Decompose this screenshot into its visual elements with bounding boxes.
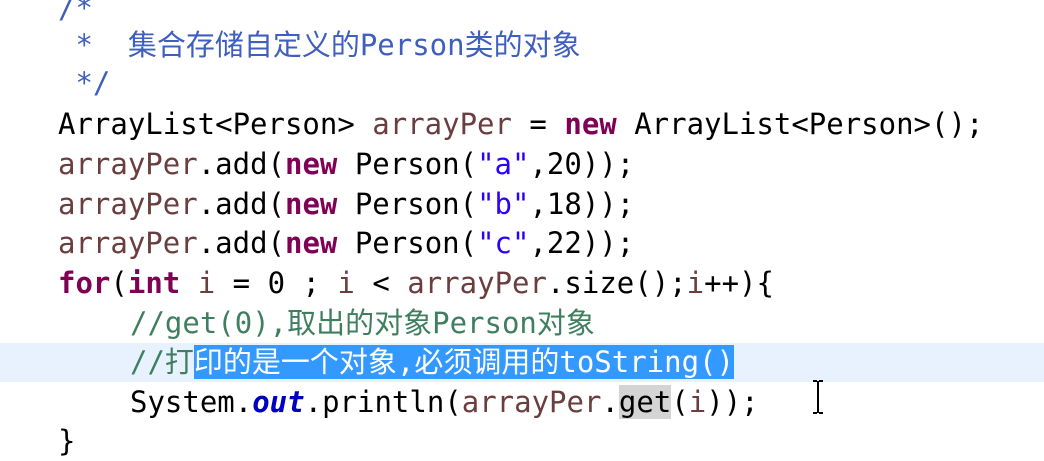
code-token-var: i [688,385,707,419]
code-token-var: arrayPer [461,385,602,419]
code-editor[interactable]: /* * 集合存储自定义的Person类的对象 */ ArrayList<Pers… [0,0,1044,458]
code-token-plain: .add( [197,187,285,221]
code-line[interactable]: ArrayList<Person> arrayPer = new ArrayLi… [0,105,1044,144]
code-token-plain: .println( [304,385,462,419]
code-token-plain: .add( [197,147,285,181]
code-token-kw: new [285,147,338,181]
code-token-plain: ArrayList<Person>(); [616,107,984,141]
code-token-jdoc: /* [58,0,93,25]
code-token-jdoc: * 集合存储自定义的Person类的对象 [58,28,581,62]
code-token-plain: ( [110,266,128,300]
text-ibeam-cursor-icon [811,380,825,414]
code-token-plain: . [601,385,619,419]
code-token-plain: .add( [197,226,285,260]
code-token-str: "a" [477,147,530,181]
code-token-plain: = 0 ; [215,266,338,300]
code-token-plain: = [511,107,565,141]
code-token-field: out [252,385,305,419]
code-token-plain: .size(); [546,266,687,300]
code-token-plain: < [354,266,408,300]
code-line[interactable]: for(int i = 0 ; i < arrayPer.size();i++)… [0,264,1044,303]
code-token-kw: int [127,266,181,300]
code-line[interactable]: arrayPer.add(new Person("b",18)); [0,185,1044,224]
code-line[interactable]: System.out.println(arrayPer.get(i)); [0,383,1044,422]
code-line[interactable]: arrayPer.add(new Person("a",20)); [0,145,1044,184]
code-token-occ: get [618,385,672,419]
code-token-plain: ,18)); [529,187,635,221]
code-line[interactable]: /* [0,0,1044,28]
code-token-kw: for [58,266,111,300]
code-token-jdoc: */ [58,66,111,100]
code-token-var: arrayPer [58,226,198,260]
code-token-cmt: //打 [130,345,194,379]
code-token-plain: ( [671,385,689,419]
code-line-current[interactable]: //打印的是一个对象,必须调用的toString() [0,343,1044,382]
code-line[interactable]: * 集合存储自定义的Person类的对象 [0,26,1044,65]
code-token-plain: Person( [337,187,478,221]
code-token-kw: new [285,187,338,221]
code-line[interactable]: arrayPer.add(new Person("c",22)); [0,224,1044,263]
code-token-var: arrayPer [58,147,198,181]
code-token-plain: ++){ [704,266,774,300]
code-token-str: "c" [477,226,530,260]
code-token-plain: ,22)); [529,226,635,260]
code-token-var: i [337,266,355,300]
code-token-plain: Person( [337,226,478,260]
code-token-str: "b" [477,187,530,221]
code-token-plain: ,20)); [529,147,635,181]
code-token-var: arrayPer [372,107,512,141]
code-token-kw: new [285,226,338,260]
code-token-var: i [197,266,216,300]
code-line[interactable]: //get(0),取出的对象Person对象 [0,304,1044,343]
code-token-kw: new [564,107,617,141]
code-token-plain: System. [130,385,253,419]
code-token-var: arrayPer [407,266,547,300]
code-token-plain: )); [706,385,759,419]
code-token-plain: ArrayList<Person> [58,107,373,141]
code-token-var: arrayPer [58,187,198,221]
code-line[interactable]: */ [0,64,1044,103]
code-token-plain: } [58,424,76,458]
code-token-plain: Person( [337,147,478,181]
code-token-cmt: //get(0),取出的对象Person对象 [130,306,595,340]
code-token-sel: 印的是一个对象,必须调用的toString() [193,345,734,379]
code-token-var: i [686,266,705,300]
